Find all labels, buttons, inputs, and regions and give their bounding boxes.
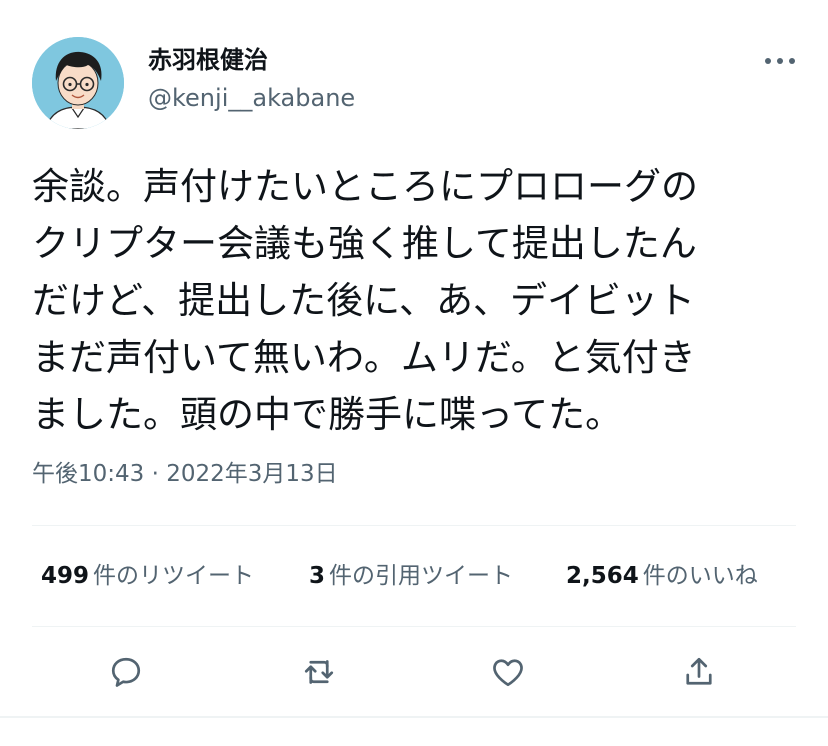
tweet-detail: 赤羽根健治 @kenji__akabane 余談。声付けたいところにプロローグの… xyxy=(0,0,828,746)
tweet-text-line: クリプター会議も強く推して提出したん xyxy=(32,222,697,265)
tweet-text-line: まだ声付いて無いわ。ムリだ。と気付き xyxy=(32,336,696,379)
likes-stat[interactable]: 2,564 件のいいね xyxy=(566,559,758,593)
retweet-icon xyxy=(304,660,334,684)
share-button[interactable] xyxy=(679,652,719,692)
retweets-label: 件のリツイート xyxy=(93,563,255,589)
retweets-stat[interactable]: 499 件のリツイート xyxy=(41,559,254,593)
reply-icon xyxy=(111,657,141,687)
like-button[interactable] xyxy=(488,652,528,692)
divider xyxy=(0,716,828,718)
tweet-text-line: ました。頭の中で勝手に喋ってた。 xyxy=(32,393,623,436)
divider xyxy=(32,525,796,526)
divider xyxy=(32,626,796,627)
reply-button[interactable] xyxy=(106,652,146,692)
tweet-timestamp[interactable]: 午後10:43 · 2022年3月13日 xyxy=(32,458,338,490)
quotes-label: 件の引用ツイート xyxy=(329,563,514,589)
avatar-illustration xyxy=(32,37,124,129)
quotes-stat[interactable]: 3 件の引用ツイート xyxy=(309,559,513,593)
likes-count: 2,564 xyxy=(566,563,639,589)
tweet-text-line: だけど、提出した後に、あ、デイビット xyxy=(32,279,696,322)
quotes-count: 3 xyxy=(309,563,326,589)
author-display-name[interactable]: 赤羽根健治 xyxy=(148,45,268,75)
share-icon xyxy=(686,657,712,685)
tweet-stats: 499 件のリツイート 3 件の引用ツイート 2,564 件のいいね xyxy=(0,559,828,593)
author-handle[interactable]: @kenji__akabane xyxy=(148,83,355,113)
heart-icon xyxy=(493,659,523,687)
avatar[interactable] xyxy=(32,37,124,129)
retweets-count: 499 xyxy=(41,563,90,589)
likes-label: 件のいいね xyxy=(642,563,758,589)
more-options-icon[interactable] xyxy=(762,46,798,76)
tweet-text-line: 余談。声付けたいところにプロローグの xyxy=(32,165,698,208)
retweet-button[interactable] xyxy=(299,652,339,692)
tweet-text: 余談。声付けたいところにプロローグの クリプター会議も強く推して提出したん だけ… xyxy=(32,158,802,443)
